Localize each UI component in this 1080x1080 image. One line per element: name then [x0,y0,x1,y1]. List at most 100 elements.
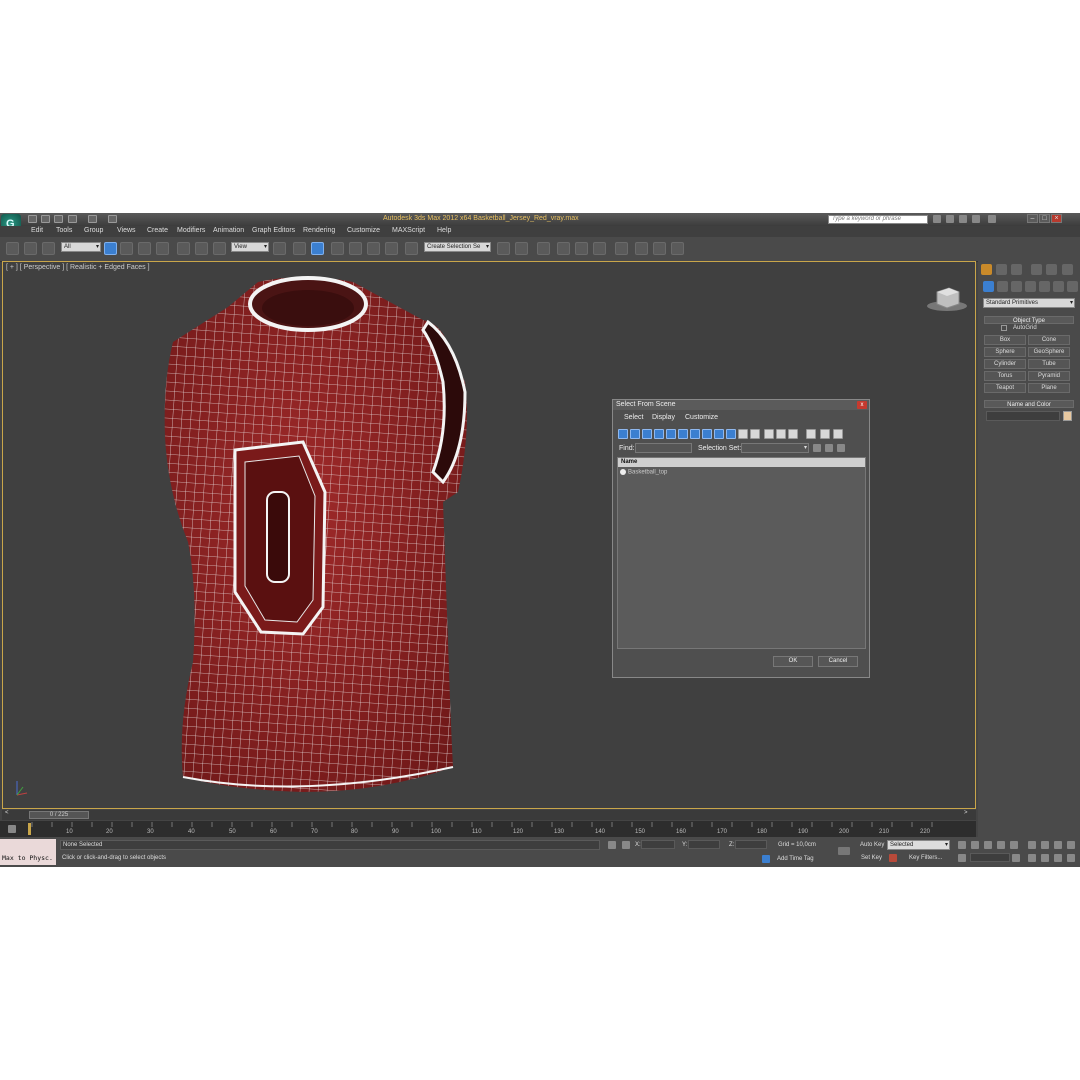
cylinder-button[interactable]: Cylinder [984,359,1026,369]
subscription-icon[interactable] [946,215,954,223]
torus-button[interactable]: Torus [984,371,1026,381]
geometry-icon[interactable] [983,281,994,292]
selection-set-add-icon[interactable] [825,444,833,452]
key-mode-toggle-icon[interactable] [958,854,966,862]
time-slider-prev-arrow[interactable]: < [5,810,9,816]
layer-manager-icon[interactable] [537,242,550,255]
name-and-color-rollout[interactable]: Name and Color [984,400,1074,408]
teapot-button[interactable]: Teapot [984,383,1026,393]
object-color-swatch[interactable] [1063,411,1072,421]
systems-icon[interactable] [1067,281,1078,292]
angle-snap-icon[interactable] [349,242,362,255]
binoculars-icon[interactable] [933,215,941,223]
list-item[interactable]: Basketball_top [620,469,667,476]
percent-snap-icon[interactable] [367,242,380,255]
dialog-menu-display[interactable]: Display [652,414,675,421]
select-invert-icon[interactable] [788,429,798,439]
set-key-button[interactable]: Set Key [861,855,882,861]
display-groups-icon[interactable] [690,429,700,439]
x-coordinate-field[interactable] [641,840,675,849]
zoom-extents-icon[interactable] [1054,841,1062,849]
sphere-button[interactable]: Sphere [984,347,1026,357]
orbit-icon[interactable] [1054,854,1062,862]
filter-icon[interactable] [820,429,830,439]
display-spacewarps-icon[interactable] [678,429,688,439]
display-lights-icon[interactable] [642,429,652,439]
previous-frame-icon[interactable] [971,841,979,849]
display-cameras-icon[interactable] [654,429,664,439]
key-mode-dropdown[interactable]: Selected [887,840,950,850]
graphite-ribbon-icon[interactable] [557,242,570,255]
menu-create[interactable]: Create [147,227,168,234]
snaps-toggle-icon[interactable] [331,242,344,255]
field-of-view-icon[interactable] [1028,854,1036,862]
dialog-menu-select[interactable]: Select [624,414,643,421]
go-to-end-icon[interactable] [1010,841,1018,849]
plane-button[interactable]: Plane [1028,383,1070,393]
autogrid-checkbox[interactable] [1001,325,1007,331]
find-input[interactable] [635,443,692,453]
play-icon[interactable] [984,841,992,849]
menu-modifiers[interactable]: Modifiers [177,227,205,234]
spacewarps-icon[interactable] [1053,281,1064,292]
communication-icon[interactable] [959,215,967,223]
modify-tab-icon[interactable] [996,264,1007,275]
pan-view-icon[interactable] [1041,854,1049,862]
time-slider-handle[interactable]: 0 / 225 [29,811,89,819]
save-file-icon[interactable] [54,215,63,223]
add-time-tag-icon[interactable] [762,855,770,863]
display-none-icon[interactable] [738,429,748,439]
menu-edit[interactable]: Edit [31,227,43,234]
bind-spacewarp-icon[interactable] [42,242,55,255]
select-manipulate-icon[interactable] [293,242,306,255]
menu-rendering[interactable]: Rendering [303,227,335,234]
spinner-snap-icon[interactable] [385,242,398,255]
scale-icon[interactable] [213,242,226,255]
object-name-field[interactable] [986,411,1060,421]
viewcube-icon[interactable] [923,282,971,312]
track-bar[interactable]: 10 20 30 40 50 60 70 80 90 100 110 120 1… [0,821,976,837]
selection-set-remove-icon[interactable] [837,444,845,452]
menu-help[interactable]: Help [437,227,451,234]
utilities-tab-icon[interactable] [1062,264,1073,275]
display-geometry-icon[interactable] [618,429,628,439]
window-crossing-icon[interactable] [156,242,169,255]
pyramid-button[interactable]: Pyramid [1028,371,1070,381]
display-all-icon[interactable] [726,429,736,439]
category-dropdown[interactable]: Standard Primitives [983,298,1075,308]
unlink-icon[interactable] [24,242,37,255]
maximize-viewport-icon[interactable] [1067,854,1075,862]
motion-tab-icon[interactable] [1031,264,1042,275]
perspective-viewport[interactable]: [ + ] [ Perspective ] [ Realistic + Edge… [2,261,976,809]
filter-options-icon[interactable] [833,429,843,439]
keyboard-shortcut-icon[interactable] [311,242,324,255]
render-production-icon[interactable] [671,242,684,255]
edit-named-selection-icon[interactable] [405,242,418,255]
render-setup-icon[interactable] [635,242,648,255]
align-icon[interactable] [515,242,528,255]
lights-icon[interactable] [1011,281,1022,292]
link-icon[interactable] [6,242,19,255]
close-button[interactable]: × [1051,214,1062,223]
display-bones-icon[interactable] [714,429,724,439]
reference-coord-dropdown[interactable]: View [231,242,269,252]
new-file-icon[interactable] [28,215,37,223]
shapes-icon[interactable] [997,281,1008,292]
column-header-name[interactable]: Name [618,458,865,467]
material-editor-icon[interactable] [615,242,628,255]
menu-customize[interactable]: Customize [347,227,380,234]
zoom-all-icon[interactable] [1041,841,1049,849]
select-by-name-icon[interactable] [120,242,133,255]
curve-editor-icon[interactable] [575,242,588,255]
select-none-icon[interactable] [776,429,786,439]
search-input[interactable]: Type a keyword or phrase [828,215,928,224]
scene-object-list[interactable]: Name Basketball_top [617,457,866,649]
menu-maxscript[interactable]: MAXScript [392,227,425,234]
move-icon[interactable] [177,242,190,255]
hierarchy-tab-icon[interactable] [1011,264,1022,275]
ok-button[interactable]: OK [773,656,813,667]
rendered-frame-window-icon[interactable] [653,242,666,255]
menu-graph-editors[interactable]: Graph Editors [252,227,295,234]
create-tab-icon[interactable] [981,264,992,275]
redo-icon[interactable] [88,215,97,223]
